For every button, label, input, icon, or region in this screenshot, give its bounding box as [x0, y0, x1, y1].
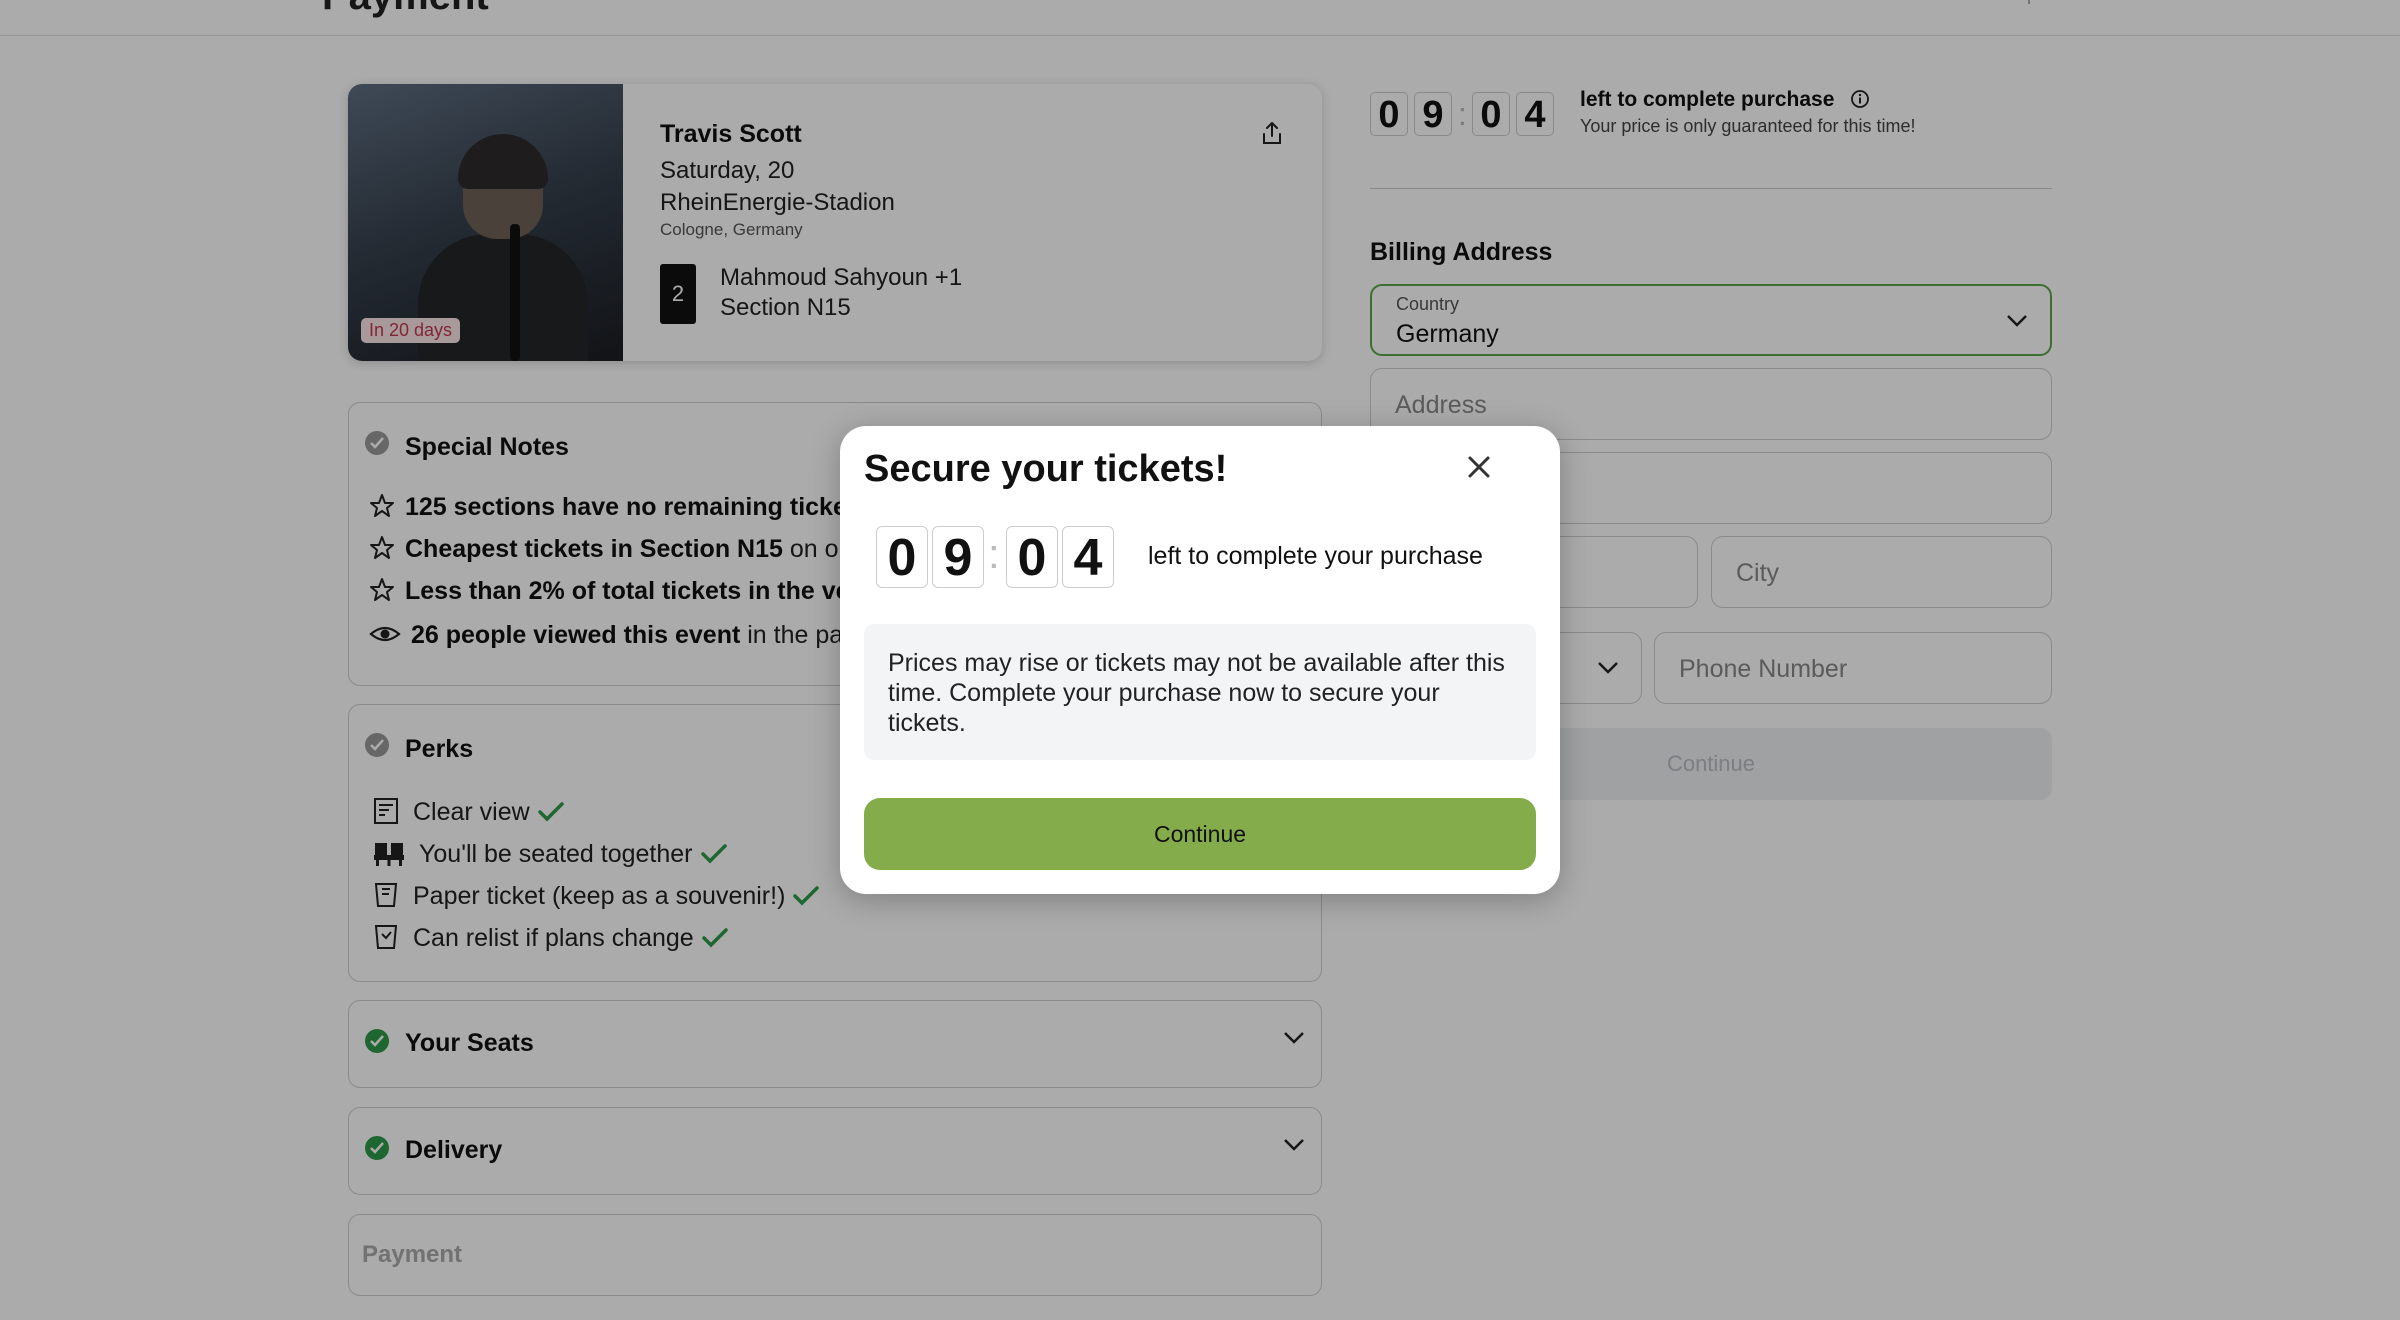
modal-timer-colon: : — [988, 530, 1000, 577]
modal-timer-label: left to complete your purchase — [1148, 542, 1483, 570]
modal-timer-digit: 0 — [1006, 526, 1058, 588]
modal-notice: Prices may rise or tickets may not be av… — [864, 624, 1536, 760]
modal-continue-button[interactable]: Continue — [864, 798, 1536, 870]
secure-tickets-modal: Secure your tickets! 0 9 : 0 4 left to c… — [840, 426, 1560, 894]
modal-title: Secure your tickets! — [864, 448, 1228, 490]
modal-timer-digit: 0 — [876, 526, 928, 588]
modal-timer-digit: 4 — [1062, 526, 1114, 588]
close-icon[interactable] — [1464, 452, 1494, 482]
modal-timer-digit: 9 — [932, 526, 984, 588]
